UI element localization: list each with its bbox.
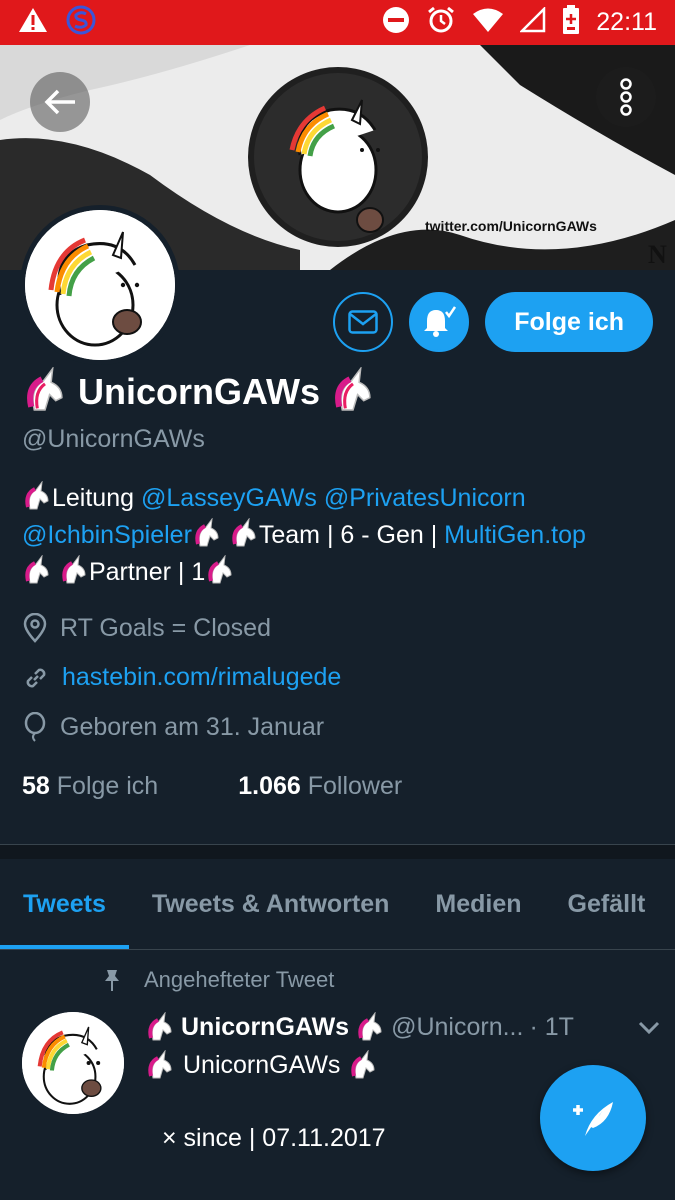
following-button[interactable]: Folge ich <box>485 292 653 352</box>
mention-link[interactable]: @LasseyGAWs <box>141 484 317 512</box>
more-options-button[interactable] <box>596 67 656 127</box>
tweet-text: UnicornGAWs <box>183 1050 341 1079</box>
tab-media[interactable]: Medien <box>412 859 544 949</box>
profile-location: RT Goals = Closed <box>22 613 271 643</box>
bio-text: Team | 6 - Gen | <box>258 521 445 549</box>
birthday-text: Geboren am 31. Januar <box>60 712 325 741</box>
tweet-text: × since | 07.11.2017 <box>162 1124 386 1152</box>
display-name: UnicornGAWs <box>78 371 321 412</box>
tweet-author-handle: @Unicorn... <box>391 1012 524 1041</box>
tweet-menu-button[interactable] <box>638 1013 660 1042</box>
website-link[interactable]: hastebin.com/rimalugede <box>62 663 341 692</box>
profile-handle: @UnicornGAWs <box>22 425 205 453</box>
unicorn-emoji-icon <box>208 555 232 584</box>
chevron-down-icon <box>638 1021 660 1034</box>
svg-text:N: N <box>648 240 667 269</box>
unicorn-avatar-image <box>25 210 175 360</box>
do-not-disturb-icon <box>382 6 410 39</box>
unicorn-emoji-icon <box>195 518 219 547</box>
mention-link[interactable]: @IchbinSpieler <box>22 521 192 549</box>
unicorn-emoji-icon <box>148 1012 172 1041</box>
signal-icon <box>519 5 546 38</box>
svg-text:twitter.com/UnicornGAWs: twitter.com/UnicornGAWs <box>425 218 597 234</box>
profile-birthday: Geboren am 31. Januar <box>22 712 324 742</box>
profile-actions: Folge ich <box>333 292 653 352</box>
unicorn-emoji-icon <box>25 481 49 510</box>
bio-link[interactable]: MultiGen.top <box>444 521 586 549</box>
unicorn-emoji-icon <box>25 555 49 584</box>
tweet-time: · 1T <box>529 1012 574 1041</box>
tab-likes[interactable]: Gefällt <box>545 859 669 949</box>
compose-tweet-button[interactable] <box>540 1065 646 1171</box>
arrow-left-icon <box>44 89 75 115</box>
unicorn-emoji-icon <box>232 518 256 547</box>
profile-tabs: Tweets Tweets & Antworten Medien Gefällt <box>0 859 675 949</box>
unicorn-emoji-icon <box>330 367 376 417</box>
message-button[interactable] <box>333 292 394 352</box>
profile-bio: Leitung @LasseyGAWs @PrivatesUnicorn @Ic… <box>22 480 662 591</box>
unicorn-emoji-icon <box>148 1050 172 1079</box>
balloon-icon <box>24 712 46 742</box>
mention-link[interactable]: @PrivatesUnicorn <box>324 484 526 512</box>
unicorn-emoji-icon <box>351 1050 375 1079</box>
bio-text: Leitung <box>52 484 141 512</box>
unicorn-avatar-image <box>22 1012 124 1114</box>
unicorn-emoji-icon <box>62 555 86 584</box>
tabs-divider <box>0 949 675 950</box>
notifications-button[interactable] <box>409 292 470 352</box>
link-icon <box>26 668 46 687</box>
tab-tweets[interactable]: Tweets <box>0 859 129 949</box>
tab-tweets-replies[interactable]: Tweets & Antworten <box>129 859 413 949</box>
location-pin-icon <box>23 613 47 643</box>
alarm-icon <box>426 5 456 40</box>
tweet-author-avatar[interactable] <box>22 1012 124 1114</box>
pinned-indicator: Angehefteter Tweet <box>102 967 334 993</box>
profile-website: hastebin.com/rimalugede <box>22 663 341 692</box>
compose-feather-icon <box>573 1102 613 1136</box>
profile-avatar[interactable] <box>20 205 180 365</box>
pinned-label: Angehefteter Tweet <box>144 967 335 992</box>
bio-text: Partner | 1 <box>88 558 206 586</box>
display-name-row: UnicornGAWs <box>22 367 376 417</box>
bell-check-icon <box>424 306 457 337</box>
battery-icon <box>562 5 580 40</box>
unicorn-emoji-icon <box>22 367 68 417</box>
back-button[interactable] <box>30 72 90 132</box>
status-bar: 22:11 <box>0 0 675 45</box>
envelope-icon <box>348 310 379 334</box>
followers-count[interactable]: 1.066 Follower <box>238 772 402 801</box>
wifi-icon <box>472 7 504 38</box>
tweet-header: UnicornGAWs @Unicorn... · 1T <box>145 1012 660 1042</box>
pin-icon <box>105 970 119 991</box>
app-s-icon <box>66 5 96 40</box>
follow-counts: 58 Folge ich 1.066 Follower <box>22 772 402 801</box>
tweet-author-name[interactable]: UnicornGAWs <box>181 1013 349 1042</box>
warning-icon <box>18 6 48 39</box>
clock-time: 22:11 <box>596 8 657 36</box>
location-text: RT Goals = Closed <box>60 613 271 642</box>
more-vertical-icon <box>620 78 632 116</box>
tweet-text-line: UnicornGAWs <box>145 1050 378 1080</box>
section-gap <box>0 845 675 859</box>
following-count[interactable]: 58 Folge ich <box>22 772 158 801</box>
unicorn-emoji-icon <box>358 1012 382 1041</box>
